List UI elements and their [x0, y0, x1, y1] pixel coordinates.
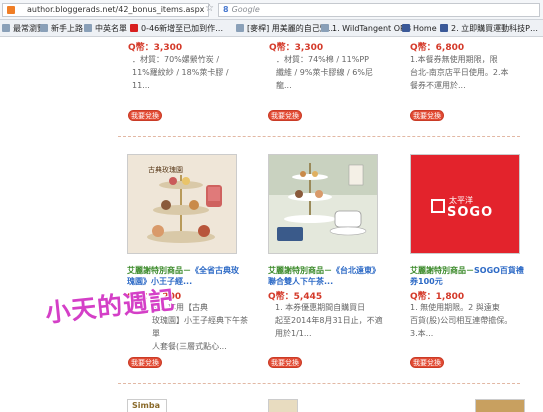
address-bar: author.bloggerads.net/42_bonus_items.asp…	[0, 0, 543, 20]
page-icon	[321, 24, 329, 32]
bookmark-item[interactable]: Home	[402, 23, 437, 34]
page-icon	[236, 24, 244, 32]
url-field[interactable]: author.bloggerads.net/42_bonus_items.asp…	[2, 3, 209, 17]
redeem-button[interactable]: 我要兌換	[268, 110, 302, 121]
product-title[interactable]: 艾麗謝特別商品－《台北遠東》聯合雙人下午茶...	[268, 265, 386, 287]
product-thumbnail[interactable]	[475, 399, 525, 412]
thumbnail-label: SOGO	[447, 205, 494, 220]
search-input[interactable]: 8 Google	[218, 3, 540, 17]
redeem-button[interactable]: 我要兌換	[410, 110, 444, 121]
product-card: Q幣：3,300	[269, 40, 323, 53]
youtube-icon	[130, 24, 138, 32]
bookmark-item[interactable]: 中英名單	[84, 23, 127, 34]
facebook-icon	[440, 24, 448, 32]
redeem-button[interactable]: 我要兌換	[128, 110, 162, 121]
redeem-button[interactable]: 我要兌換	[410, 357, 444, 368]
row-divider	[118, 136, 520, 137]
search-placeholder: Google	[231, 5, 260, 14]
product-thumbnail[interactable]: 太平洋 SOGO	[410, 154, 520, 254]
url-text: author.bloggerads.net/42_bonus_items.asp…	[27, 5, 205, 14]
product-description: 1.本餐券無使用期限，限 台北-南京店平日使用。2.本 餐券不運用於...	[410, 55, 509, 90]
product-thumbnail[interactable]: Simba	[127, 399, 167, 412]
sogo-logo-icon	[431, 199, 445, 213]
product-price: Q幣：3,300	[269, 43, 324, 53]
row-divider	[118, 383, 520, 384]
product-thumbnail[interactable]	[268, 399, 298, 412]
afternoon-tea-image	[269, 155, 377, 253]
product-thumbnail[interactable]	[268, 154, 378, 254]
product-price: Q幣：6,800	[410, 43, 465, 53]
bookmarks-bar: 最常瀏覽 新手上路 中英名單 0-46新增至已加到作… [麥桿] 用美麗的自己短…	[0, 20, 543, 37]
site-favicon-icon	[7, 6, 15, 14]
redeem-button[interactable]: 我要兌換	[128, 357, 162, 368]
bookmark-star-icon[interactable]: ☆	[205, 3, 214, 15]
bookmark-item[interactable]: 0-46新增至已加到作…	[130, 23, 223, 34]
bookmark-item[interactable]: 最常瀏覽	[2, 23, 45, 34]
google-search-icon: 8	[223, 5, 229, 14]
product-description: 1. 無使用期限。2 與遠東 百貨(股)公司相互連帶擔保。 3.本...	[410, 303, 513, 338]
product-card: Q幣：6,800	[410, 40, 464, 53]
bookmark-item[interactable]: 新手上路	[40, 23, 83, 34]
product-description: ．材質：74%棉 / 11%PP 纖維 / 9%萊卡膠線 / 6%尼 龍...	[276, 55, 373, 90]
product-thumbnail[interactable]: 古典玫瑰園	[127, 154, 237, 254]
product-card: Q幣：3,300	[128, 40, 182, 53]
redeem-button[interactable]: 我要兌換	[268, 357, 302, 368]
folder-icon	[2, 24, 10, 32]
page-icon	[40, 24, 48, 32]
facebook-icon	[402, 24, 410, 32]
product-description: 1. 本券優惠期間自購買日 起至2014年8月31日止，不適 用於1/1...	[275, 303, 383, 338]
bookmark-item[interactable]: 2. 立即購買運動科技P…	[440, 23, 538, 34]
thumbnail-label: 古典玫瑰園	[148, 166, 183, 174]
bookmark-item[interactable]: 1. WildTangent ORB	[321, 23, 411, 34]
product-title[interactable]: 艾麗謝特別商品－SOGO百貨禮券100元	[410, 265, 530, 287]
thumbnail-label: Simba	[132, 401, 160, 410]
page-icon	[84, 24, 92, 32]
product-description: ．材質：70%嫘縈竹炭 /11%羅紋紗 / 18%萊卡膠 /11...	[132, 55, 229, 90]
product-price: Q幣：3,300	[128, 43, 183, 53]
